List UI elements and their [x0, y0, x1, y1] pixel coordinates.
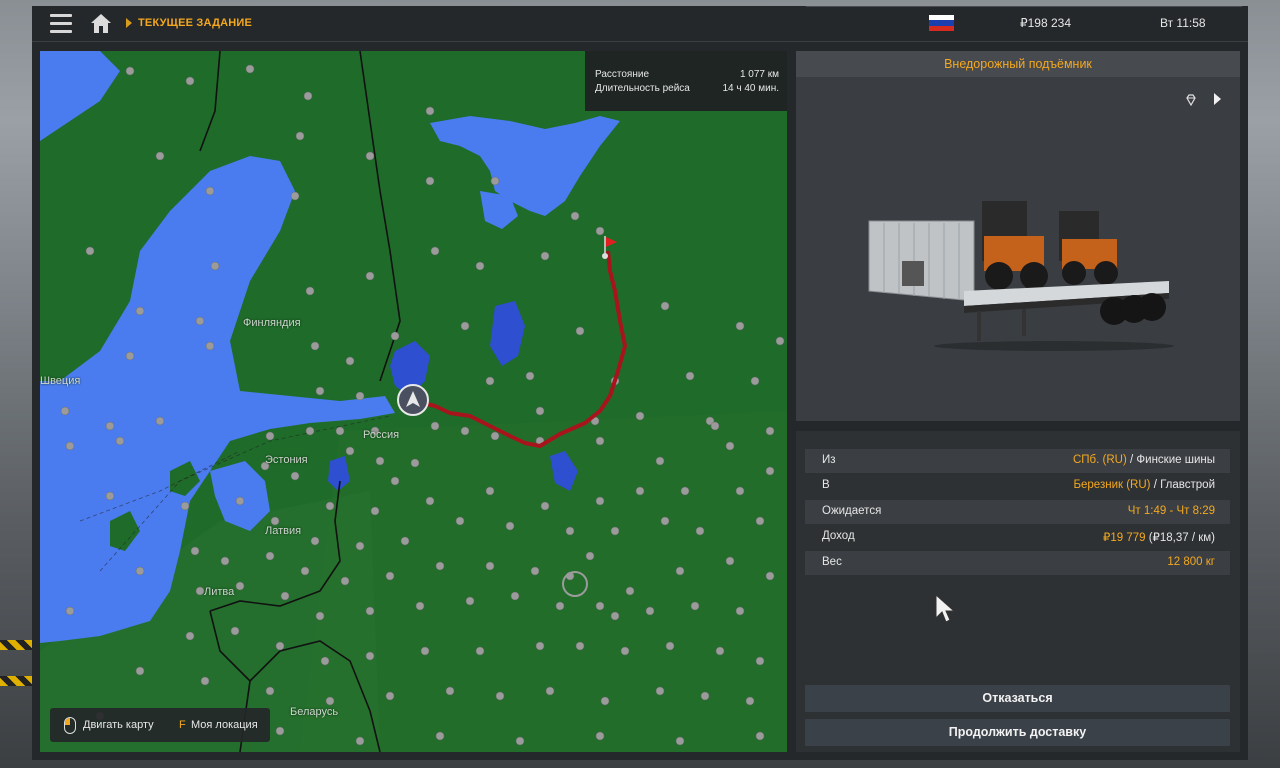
detail-row-weight: Вес 12 800 кг [805, 551, 1230, 575]
duration-label: Длительность рейса [595, 83, 690, 94]
map-label-lithuania: Литва [204, 586, 235, 598]
hazard-stripe [0, 640, 32, 650]
menu-icon[interactable] [50, 14, 72, 33]
to-value: Березник (RU) / Главстрой [1073, 479, 1215, 491]
income-value: ₽19 779 (₽18,37 / км) [1103, 530, 1215, 544]
continue-delivery-button[interactable]: Продолжить доставку [805, 719, 1230, 746]
map-label-finland: Финляндия [243, 317, 301, 329]
trailer-image [868, 201, 1174, 351]
move-map-hint: Двигать карту [83, 719, 154, 731]
from-city: СПб. (RU) [1072, 454, 1127, 466]
breadcrumb-current: ТЕКУЩЕЕ ЗАДАНИЕ [138, 17, 253, 29]
decline-button[interactable]: Отказаться [805, 685, 1230, 712]
player-location-icon [397, 384, 429, 416]
from-label: Из [822, 454, 836, 466]
income-amount: ₽19 779 [1103, 532, 1146, 544]
breadcrumb-arrow-icon [126, 18, 132, 28]
location-key-hint: F [179, 719, 186, 731]
map-controls-hint: Двигать карту F Моя локация [50, 708, 270, 742]
map-label-belarus: Беларусь [290, 706, 339, 718]
map-label-estonia: Эстония [265, 454, 308, 466]
hazard-stripe [0, 676, 32, 686]
income-rate: (₽18,37 / км) [1145, 532, 1215, 544]
detail-row-expected: Ожидается Чт 1:49 - Чт 8:29 [805, 500, 1230, 524]
distance-label: Расстояние [595, 69, 650, 80]
from-value: СПб. (RU) / Финские шины [1073, 454, 1215, 466]
detail-row-to: В Березник (RU) / Главстрой [805, 474, 1230, 498]
from-separator: / [1126, 454, 1137, 466]
income-label: Доход [822, 530, 855, 542]
top-bar: ТЕКУЩЕЕ ЗАДАНИЕ ₽198 234 Вт 11:58 [32, 6, 1248, 42]
from-company: Финские шины [1136, 454, 1215, 466]
diamond-icon [1186, 94, 1196, 106]
detail-row-income: Доход ₽19 779 (₽18,37 / км) [805, 525, 1230, 549]
detail-row-from: Из СПб. (RU) / Финские шины [805, 449, 1230, 473]
job-details: Из СПб. (RU) / Финские шины В Березник (… [796, 431, 1240, 752]
duration-value: 14 ч 40 мин. [722, 83, 779, 94]
to-company: Главстрой [1160, 479, 1215, 491]
expected-label: Ожидается [822, 505, 882, 517]
mouse-cursor-icon [935, 594, 955, 623]
russia-flag-icon [929, 15, 954, 31]
money-balance: ₽198 234 [1020, 16, 1072, 30]
cargo-title: Внедорожный подъёмник [796, 51, 1240, 77]
to-label: В [822, 479, 830, 491]
weight-label: Вес [822, 556, 842, 568]
expected-value: Чт 1:49 - Чт 8:29 [1127, 505, 1215, 517]
divider [806, 6, 1242, 7]
map-label-sweden: Швеция [40, 375, 81, 387]
route-map[interactable]: Расстояние 1 077 км Длительность рейса 1… [40, 51, 787, 752]
route-info-box: Расстояние 1 077 км Длительность рейса 1… [585, 51, 787, 111]
game-clock: Вт 11:58 [1160, 16, 1206, 30]
home-icon[interactable] [90, 13, 112, 34]
my-location-hint[interactable]: Моя локация [191, 719, 258, 731]
map-label-latvia: Латвия [265, 525, 302, 537]
next-arrow-icon[interactable] [1214, 93, 1221, 105]
to-city: Березник (RU) [1073, 479, 1151, 491]
weight-value: 12 800 кг [1167, 556, 1215, 568]
cargo-preview: Внедорожный подъёмник [796, 51, 1240, 421]
map-canvas [40, 51, 787, 752]
distance-value: 1 077 км [739, 69, 779, 80]
job-panel: Расстояние 1 077 км Длительность рейса 1… [32, 42, 1248, 760]
map-label-russia: Россия [363, 429, 400, 441]
mouse-icon [64, 717, 76, 734]
to-separator: / [1150, 479, 1161, 491]
